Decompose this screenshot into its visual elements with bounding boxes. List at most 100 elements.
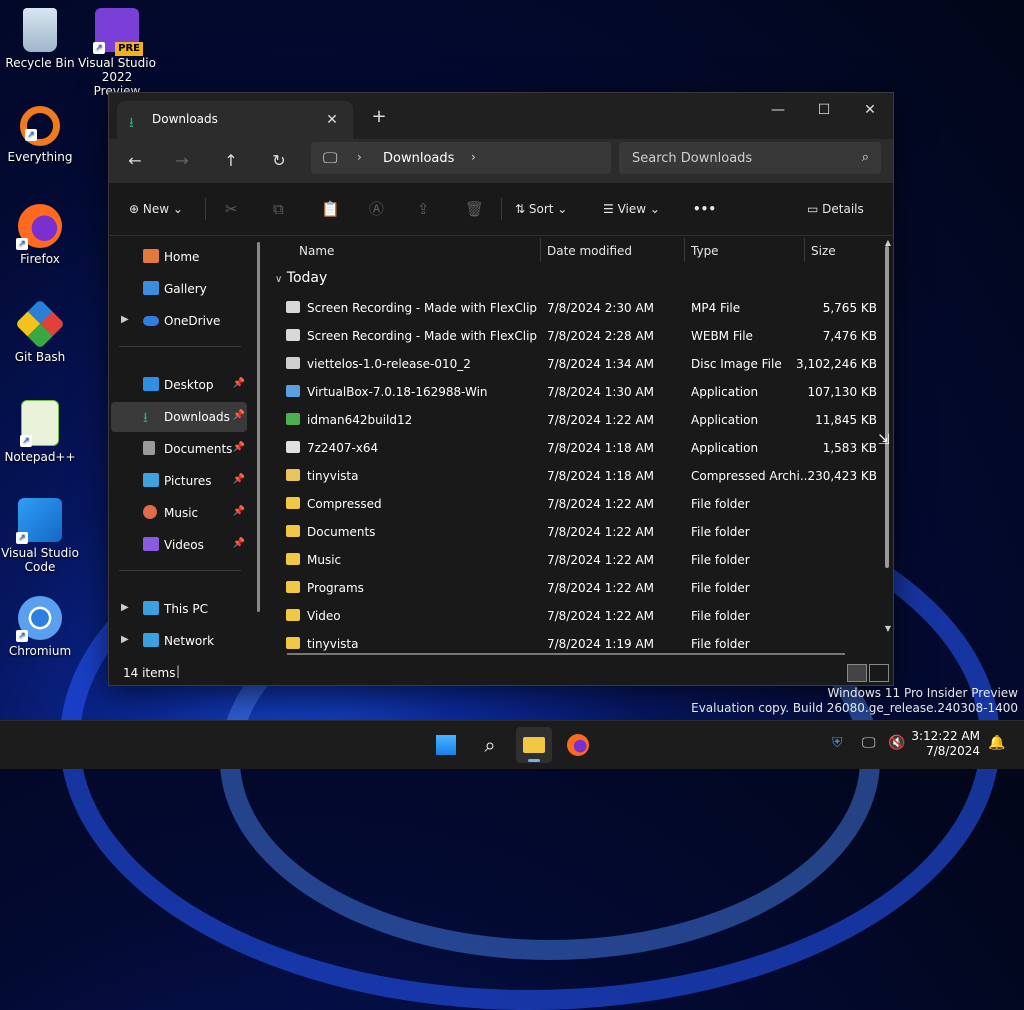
tiles-view-toggle[interactable] [869,664,889,682]
network-icon[interactable]: 🖵 [862,735,876,751]
scroll-down-arrow[interactable]: ▼ [885,624,891,633]
chevron-right-icon[interactable]: › [471,150,476,164]
desktop-icon-vscode[interactable]: ↗ Visual Studio Code [0,498,80,574]
paste-icon[interactable]: 📋 [321,197,340,221]
desktop-icon-git-bash[interactable]: Git Bash [0,299,80,364]
desktop-icon-visual-studio-preview[interactable]: ↗ PRE Visual Studio 2022 Preview [77,8,157,98]
sidebar-item-home[interactable]: Home [111,242,247,272]
notification-bell-icon[interactable]: 🔔 [988,735,1005,751]
cut-icon[interactable]: ✂ [225,197,238,221]
breadcrumb-downloads[interactable]: Downloads [383,151,454,166]
more-options-button[interactable]: ••• [693,197,716,221]
file-row[interactable]: idman642build12 7/8/2024 1:22 AM Applicati… [281,406,881,434]
file-row[interactable]: Music 7/8/2024 1:22 AM File folder [281,546,881,574]
sidebar-item-documents[interactable]: Documents 📌 [111,434,247,464]
chevron-right-icon[interactable]: ▶ [121,634,129,645]
pin-icon[interactable]: 📌 [233,442,245,453]
file-row[interactable]: viettelos-1.0-release-010_2 7/8/2024 1:34… [281,350,881,378]
sort-button[interactable]: ⇅ Sort ⌄ [515,197,567,221]
up-button[interactable]: ↑ [216,147,246,175]
details-pane-button[interactable]: ▭ Details [807,197,864,221]
maximize-button[interactable]: ☐ [801,95,847,125]
search-box[interactable]: Search Downloads ⌕ [619,142,881,174]
sidebar-item-downloads[interactable]: ⭳ Downloads 📌 [111,402,247,432]
sidebar-item-this-pc[interactable]: ▶ This PC [111,594,247,624]
security-shield-icon[interactable]: ⛨ [832,735,843,751]
cloud-icon [143,316,159,326]
chevron-right-icon[interactable]: ▶ [121,602,129,613]
share-icon[interactable]: ⇪ [417,197,430,221]
pin-icon[interactable]: 📌 [233,378,245,389]
tab-downloads[interactable]: ⭳ Downloads ✕ [117,101,353,139]
scroll-up-arrow[interactable]: ▲ [885,238,891,247]
close-window-button[interactable]: ✕ [847,95,893,125]
sidebar-item-videos[interactable]: Videos 📌 [111,530,247,560]
file-row[interactable]: Programs 7/8/2024 1:22 AM File folder [281,574,881,602]
minimize-button[interactable]: — [755,95,801,125]
file-row[interactable]: VirtualBox-7.0.18-162988-Win 7/8/2024 1:3… [281,378,881,406]
forward-button[interactable]: → [167,147,197,175]
column-divider[interactable] [804,238,805,262]
title-bar[interactable]: ⭳ Downloads ✕ + — ☐ ✕ [109,93,893,139]
column-header-date[interactable]: Date modified [547,236,632,266]
desktop-icon-notepadpp[interactable]: ↗ Notepad++ [0,400,80,464]
sidebar-item-desktop[interactable]: Desktop 📌 [111,370,247,400]
file-type: Disc Image File [691,357,782,371]
file-row[interactable]: Compressed 7/8/2024 1:22 AM File folder [281,490,881,518]
vertical-scrollbar[interactable] [885,246,889,568]
file-row[interactable]: 7z2407-x64 7/8/2024 1:18 AM Application 1,5… [281,434,881,462]
column-header-size[interactable]: Size [811,236,836,266]
search-input[interactable]: Search Downloads [632,151,752,166]
file-explorer-icon[interactable] [516,727,552,763]
search-icon[interactable]: ⌕ [472,727,508,763]
refresh-button[interactable]: ↻ [264,147,294,175]
pin-icon[interactable]: 📌 [233,538,245,549]
file-row[interactable]: Screen Recording - Made with FlexClip 7/8… [281,294,881,322]
breadcrumb[interactable]: 🖵 › Downloads › [311,142,611,174]
pin-icon[interactable]: 📌 [233,410,245,421]
column-divider[interactable] [684,238,685,262]
chevron-right-icon[interactable]: ▶ [121,314,129,325]
file-size: 107,130 KB [807,385,877,399]
sidebar-item-gallery[interactable]: Gallery [111,274,247,304]
new-tab-button[interactable]: + [367,105,391,129]
desktop-icon-chromium[interactable]: ↗ Chromium [0,596,80,658]
new-button[interactable]: ⊕ New ⌄ [129,197,183,221]
file-row[interactable]: Screen Recording - Made with FlexClip 7/8… [281,322,881,350]
details-view-toggle[interactable] [847,664,867,682]
delete-icon[interactable]: 🗑 [465,197,484,221]
close-tab-icon[interactable]: ✕ [321,109,343,131]
shortcut-arrow-icon: ↗ [16,238,28,250]
file-name: Screen Recording - Made with FlexClip [307,329,538,343]
group-header-today[interactable]: ∨ Today [275,270,327,286]
column-header-name[interactable]: Name [299,236,334,266]
view-button[interactable]: ☰ View ⌄ [603,197,660,221]
firefox-icon[interactable] [560,727,596,763]
copy-icon[interactable]: ⧉ [273,197,284,221]
file-row[interactable]: Documents 7/8/2024 1:22 AM File folder [281,518,881,546]
sidebar-scrollbar[interactable] [257,242,260,612]
start-icon[interactable] [428,727,464,763]
desktop-icon-recycle-bin[interactable]: Recycle Bin [0,8,80,70]
desktop-icon-firefox[interactable]: ↗ Firefox [0,204,80,266]
file-size: 7,476 KB [822,329,877,343]
system-clock[interactable]: 3:12:22 AM 7/8/2024 [911,729,980,759]
notepadpp-icon: ↗ [20,400,59,447]
desktop-icon-everything[interactable]: ↗ Everything [0,106,80,164]
horizontal-scrollbar[interactable] [287,653,845,655]
back-button[interactable]: ← [120,147,150,175]
sidebar-item-network[interactable]: ▶ Network [111,626,247,656]
sidebar-item-music[interactable]: Music 📌 [111,498,247,528]
chevron-right-icon[interactable]: › [357,150,362,164]
rename-icon[interactable]: Ⓐ [369,197,384,221]
file-row[interactable]: Video 7/8/2024 1:22 AM File folder [281,602,881,630]
pin-icon[interactable]: 📌 [233,474,245,485]
file-row[interactable]: tinyvista 7/8/2024 1:18 AM Compressed Arch… [281,462,881,490]
sidebar-item-pictures[interactable]: Pictures 📌 [111,466,247,496]
volume-muted-icon[interactable]: 🔇 [888,735,905,751]
sidebar-item-onedrive[interactable]: ▶ OneDrive [111,306,247,336]
pin-icon[interactable]: 📌 [233,506,245,517]
column-divider[interactable] [540,238,541,262]
column-header-type[interactable]: Type [691,236,719,266]
download-icon: ⭳ [129,115,134,131]
